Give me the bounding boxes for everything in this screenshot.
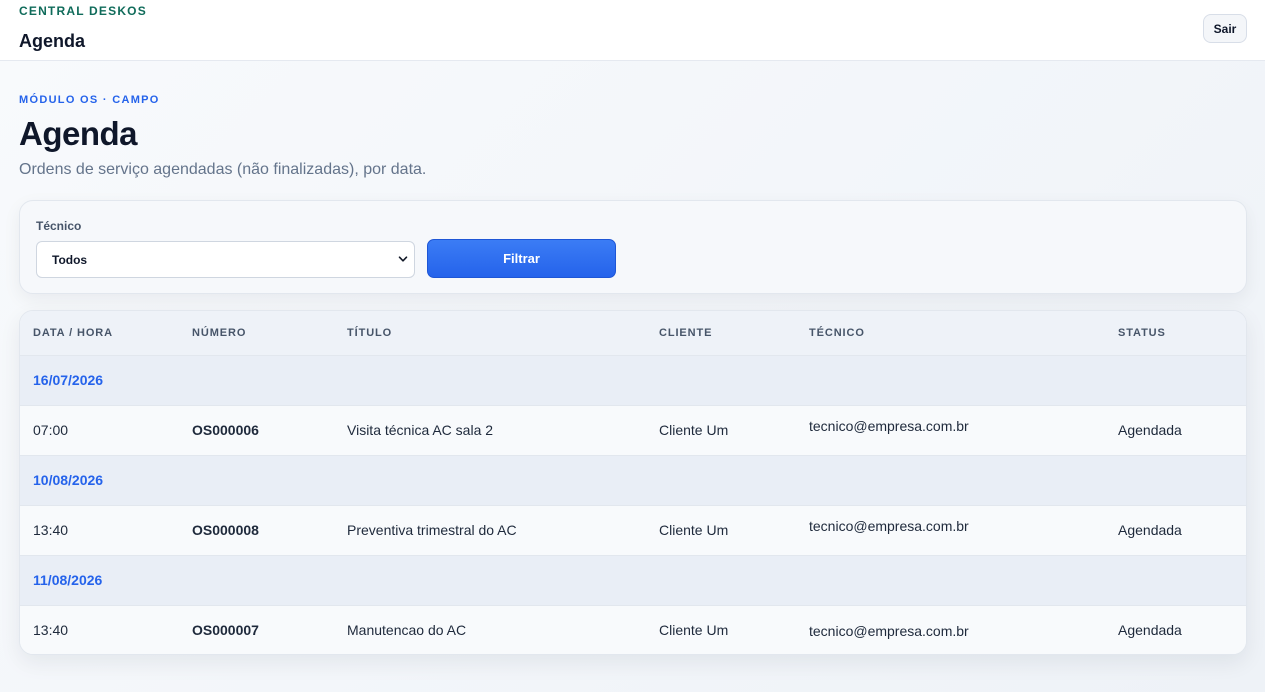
page-description: Ordens de serviço agendadas (não finaliz… [19,161,427,178]
table-row: 13:40 OS000008 Preventiva trimestral do … [20,505,1246,556]
row-technician: tecnico@empresa.com.br [796,405,1105,456]
os-number-link[interactable]: OS000007 [179,605,334,654]
column-header-title: TÍTULO [334,311,646,356]
row-status: Agendada [1105,505,1246,556]
date-group-row: 16/07/2026 [20,355,1246,406]
topbar-title: Agenda [19,31,86,51]
row-status: Agendada [1105,405,1246,456]
technician-select-value: Todos [52,253,88,267]
filter-button[interactable]: Filtrar [427,239,616,278]
date-group-row: 11/08/2026 [20,555,1246,606]
date-group-label: 16/07/2026 [20,355,1246,406]
row-client: Cliente Um [646,505,796,556]
schedule-table: DATA / HORA NÚMERO TÍTULO CLIENTE TÉCNIC… [20,311,1246,654]
chevron-down-icon [398,256,408,262]
date-group-label: 10/08/2026 [20,455,1246,506]
technician-filter-label: Técnico [36,219,82,233]
row-client: Cliente Um [659,622,729,639]
table-header-row: DATA / HORA NÚMERO TÍTULO CLIENTE TÉCNIC… [20,311,1246,356]
date-group-row: 10/08/2026 [20,455,1246,506]
date-group-label: 11/08/2026 [20,555,1246,606]
column-header-datetime: DATA / HORA [20,311,179,356]
column-header-client: CLIENTE [646,311,796,356]
module-eyebrow: MÓDULO OS · CAMPO [19,94,160,106]
technician-email: tecnico@empresa.com.br [809,623,969,640]
row-time: 13:40 [20,505,179,556]
logout-button[interactable]: Sair [1203,14,1247,43]
row-technician: tecnico@empresa.com.br [796,605,1105,654]
row-title: Visita técnica AC sala 2 [334,405,646,456]
row-title: Preventiva trimestral do AC [334,505,646,556]
column-header-number: NÚMERO [179,311,334,356]
row-client: Cliente Um [646,405,796,456]
table-row: 13:40 OS000007 Manutencao do AC Cliente … [20,605,1246,654]
schedule-table-card: DATA / HORA NÚMERO TÍTULO CLIENTE TÉCNIC… [19,310,1247,655]
technician-select[interactable]: Todos [36,241,415,278]
column-header-status: STATUS [1105,311,1246,356]
row-time: 07:00 [20,405,179,456]
page-title: Agenda [19,115,138,152]
table-row: 07:00 OS000006 Visita técnica AC sala 2 … [20,405,1246,456]
os-number-link[interactable]: OS000006 [179,405,334,456]
row-technician: tecnico@empresa.com.br [796,505,1105,556]
brand-name: CENTRAL DESKOS [19,4,147,18]
technician-email: tecnico@empresa.com.br [809,518,969,534]
technician-email: tecnico@empresa.com.br [809,418,969,434]
filter-panel: Técnico Todos Filtrar [19,200,1247,294]
row-status: Agendada [1118,622,1182,639]
top-bar: CENTRAL DESKOS Agenda Sair [0,0,1265,61]
row-time: 13:40 [33,622,69,639]
row-title: Manutencao do AC [347,622,467,639]
column-header-technician: TÉCNICO [796,311,1105,356]
os-number-link[interactable]: OS000008 [179,505,334,556]
